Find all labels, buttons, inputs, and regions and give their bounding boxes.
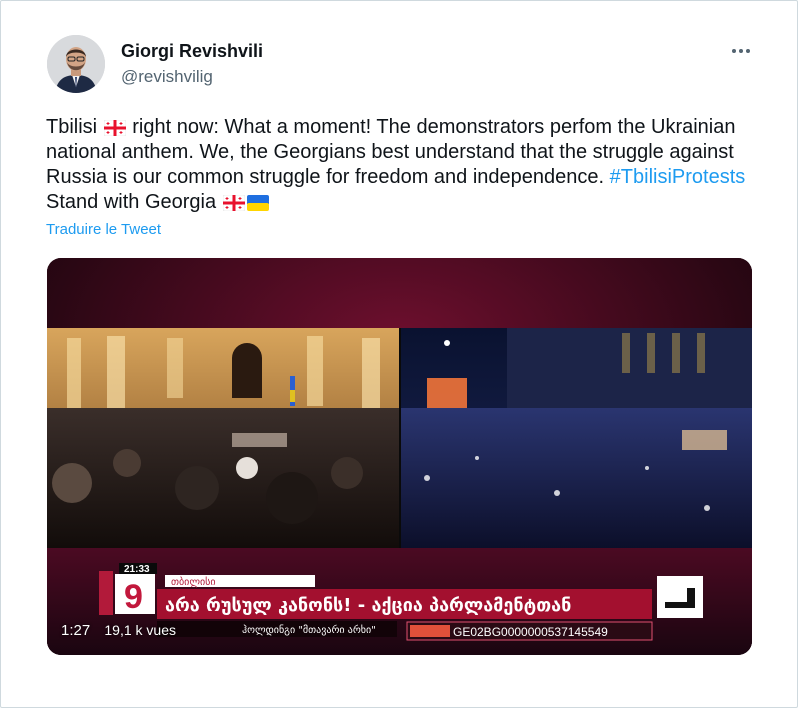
author-handle[interactable]: @revishvilig xyxy=(121,67,213,87)
broadcast-logo-right xyxy=(657,576,703,618)
video-frame: 21:33 9 თბილისი არა რუსულ კანონს! - აქცი… xyxy=(47,258,752,655)
broadcast-clock: 21:33 xyxy=(124,564,150,575)
broadcast-headline: არა რუსულ კანონს! - აქცია პარლამენტთან xyxy=(165,595,571,616)
broadcast-iban: GE02BG0000000537145549 xyxy=(453,625,608,639)
channel-number: 9 xyxy=(124,578,143,616)
georgia-flag-icon xyxy=(222,195,245,211)
broadcast-location: თბილისი xyxy=(171,576,216,588)
tweet-text-part3: Stand with Georgia xyxy=(46,191,217,213)
more-options-button[interactable] xyxy=(725,39,757,63)
ellipsis-icon xyxy=(732,49,750,53)
tweet-card: Giorgi Revishvili @revishvilig Tbilisi r… xyxy=(0,0,798,708)
ukraine-flag-icon xyxy=(246,195,269,211)
tweet-text: Tbilisi right now: What a moment! The de… xyxy=(46,115,746,215)
broadcast-ticker: ჰოლდინგი "მთავარი არხი" xyxy=(242,624,376,636)
translate-tweet-link[interactable]: Traduire le Tweet xyxy=(46,221,161,238)
avatar-photo xyxy=(47,35,105,93)
tweet-text-part1: Tbilisi xyxy=(46,116,98,138)
video-info-badge: 1:27 19,1 k vues xyxy=(61,619,176,642)
hashtag-link[interactable]: #TbilisiProtests xyxy=(610,166,746,188)
video-player[interactable]: 21:33 9 თბილისი არა რუსულ კანონს! - აქცი… xyxy=(47,258,752,655)
author-name[interactable]: Giorgi Revishvili xyxy=(121,41,263,62)
georgia-flag-icon xyxy=(103,120,126,136)
video-duration: 1:27 xyxy=(61,622,91,639)
author-avatar[interactable] xyxy=(47,35,105,93)
video-views: 19,1 k vues xyxy=(104,622,176,638)
